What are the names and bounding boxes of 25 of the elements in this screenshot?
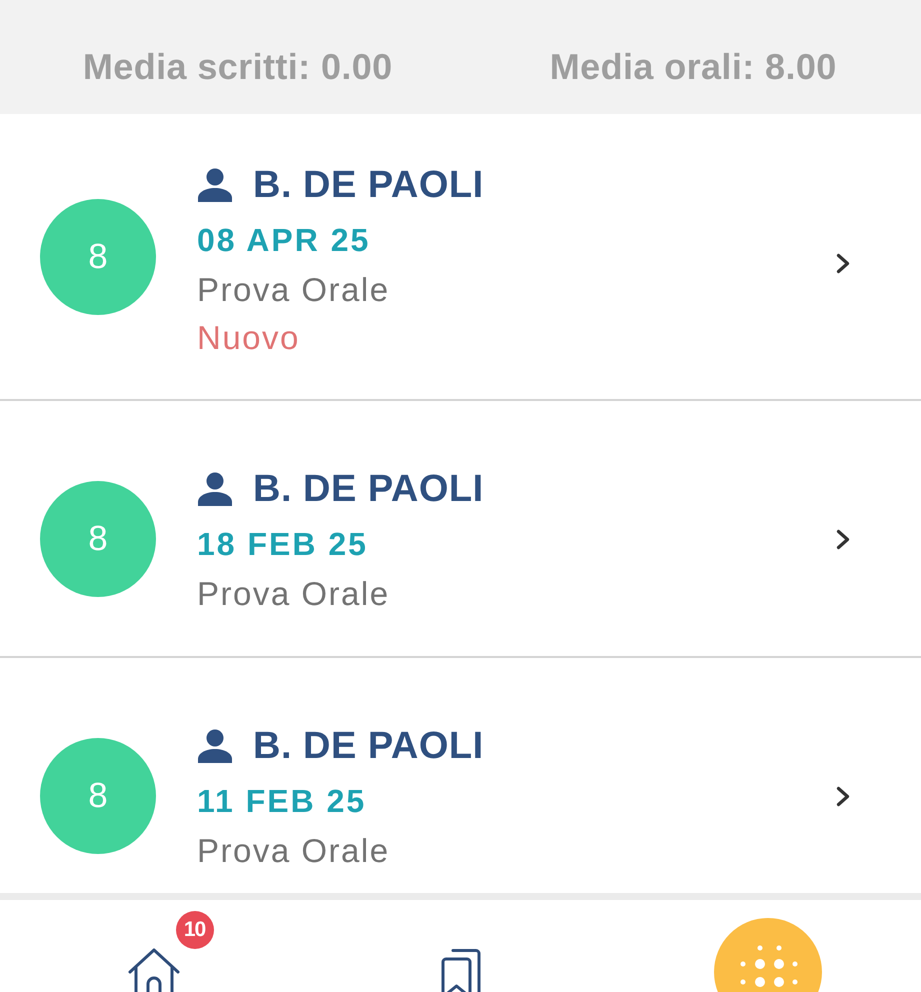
- grade-badge: 8: [40, 481, 156, 597]
- bookmarks-icon[interactable]: [440, 948, 482, 992]
- teacher-name: B. DE PAOLI: [253, 163, 484, 208]
- dot-grid-icon[interactable]: [714, 918, 822, 992]
- chevron-icon[interactable]: [836, 528, 850, 550]
- person-icon: [197, 168, 233, 202]
- grade-type: Prova Orale: [197, 574, 390, 614]
- grade-type: Prova Orale: [197, 831, 390, 871]
- grade-type: Prova Orale: [197, 270, 390, 310]
- grade-date: 18 FEB 25: [197, 525, 368, 564]
- teacher-name: B. DE PAOLI: [253, 467, 484, 512]
- grade-badge: 8: [40, 738, 156, 854]
- new-label: Nuovo: [197, 318, 300, 358]
- person-icon: [197, 472, 233, 506]
- teacher-name: B. DE PAOLI: [253, 724, 484, 769]
- home-icon[interactable]: [126, 948, 180, 992]
- grade-badge: 8: [40, 199, 156, 315]
- grade-date: 11 FEB 25: [197, 782, 366, 821]
- chevron-icon[interactable]: [836, 252, 850, 274]
- chevron-icon[interactable]: [836, 786, 850, 806]
- person-icon: [197, 729, 233, 763]
- average-text: Media orali: 8.00: [550, 47, 837, 87]
- notification-badge: 10: [176, 911, 214, 949]
- grade-date: 08 APR 25: [197, 221, 370, 260]
- average-text: Media scritti: 0.00: [82, 47, 393, 87]
